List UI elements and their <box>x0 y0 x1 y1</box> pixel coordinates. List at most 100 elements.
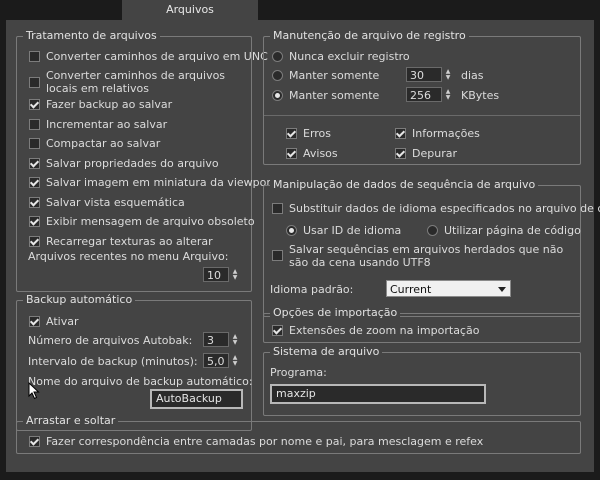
log-info[interactable]: Informações <box>395 127 480 140</box>
keep-kbytes-value[interactable]: 256 <box>406 87 442 102</box>
option-label: Fazer backup ao salvar <box>46 98 173 111</box>
log-debug[interactable]: Depurar <box>395 147 457 160</box>
keep-days-option[interactable]: Manter somente <box>272 69 379 82</box>
keep-kbytes-spinner[interactable]: 256 ▲ ▼ <box>406 87 453 102</box>
option-reload-textures[interactable]: Recarregar texturas ao alterar <box>29 235 213 248</box>
zoom-extents-on-import[interactable]: Extensões de zoom na importação <box>272 324 479 337</box>
down-arrow-icon[interactable]: ▼ <box>233 339 238 346</box>
option-save-schematic-view[interactable]: Salvar vista esquemática <box>29 196 185 209</box>
spinner-arrows[interactable]: ▲ ▼ <box>443 87 453 102</box>
autobak-count-label: Número de arquivos Autobak: <box>28 334 193 347</box>
program-field[interactable]: maxzip <box>270 384 486 404</box>
replace-label: Substituir dados de idioma especificados… <box>289 202 600 215</box>
checkbox[interactable] <box>29 236 40 247</box>
match-layers-option[interactable]: Fazer correspondência entre camadas por … <box>29 435 483 448</box>
file-system-group: Sistema de arquivo Programa: maxzip <box>263 345 581 416</box>
errors-label: Erros <box>303 127 332 140</box>
autobak-count-spinner[interactable]: 3 ▲ ▼ <box>203 332 240 347</box>
file-system-title: Sistema de arquivo <box>270 345 383 359</box>
log-errors[interactable]: Erros <box>286 127 331 140</box>
down-arrow-icon[interactable]: ▼ <box>233 274 238 281</box>
replace-language-data[interactable]: Substituir dados de idioma especificados… <box>272 202 600 215</box>
spinner-arrows[interactable]: ▲ ▼ <box>230 353 240 368</box>
checkbox[interactable] <box>29 119 40 130</box>
spinner-arrows[interactable]: ▲ ▼ <box>443 67 453 82</box>
log-warnings[interactable]: Avisos <box>286 147 338 160</box>
checkbox[interactable] <box>29 436 40 447</box>
checkbox[interactable] <box>395 128 406 139</box>
autobackup-group: Backup automático Ativar Número de arqui… <box>16 293 253 431</box>
autobackup-name-field[interactable]: AutoBackup <box>150 389 243 409</box>
option-relative-paths[interactable]: Converter caminhos de arquivos locais em… <box>29 69 246 95</box>
option-obsolete-file-message[interactable]: Exibir mensagem de arquivo obsoleto <box>29 215 255 228</box>
option-compress-on-save[interactable]: Compactar ao salvar <box>29 137 160 150</box>
preferences-panel: Tratamento de arquivos Converter caminho… <box>6 20 600 472</box>
enable-label: Ativar <box>46 315 79 328</box>
autobak-count-value[interactable]: 3 <box>203 332 229 347</box>
option-save-viewport-thumbnail[interactable]: Salvar imagem em miniatura da viewport <box>29 176 275 189</box>
import-options-title: Opções de importação <box>270 306 401 320</box>
checkbox[interactable] <box>29 99 40 110</box>
use-language-id[interactable]: Usar ID de idioma <box>286 224 401 237</box>
days-unit: dias <box>461 69 484 82</box>
sequence-data-title: Manipulação de dados de sequência de arq… <box>270 178 539 192</box>
info-label: Informações <box>412 127 480 140</box>
option-label: Recarregar texturas ao alterar <box>46 235 213 248</box>
checkbox[interactable] <box>29 158 40 169</box>
backup-interval-value[interactable]: 5,0 <box>203 353 229 368</box>
default-language-label: Idioma padrão: <box>270 283 354 296</box>
tab-arquivos[interactable]: Arquivos <box>122 0 258 20</box>
radio-label: Usar ID de idioma <box>303 224 402 237</box>
radio[interactable] <box>272 51 283 62</box>
option-backup-on-save[interactable]: Fazer backup ao salvar <box>29 98 172 111</box>
divider <box>264 115 580 116</box>
spinner-arrows[interactable]: ▲ ▼ <box>230 332 240 347</box>
checkbox[interactable] <box>29 77 40 88</box>
default-language-select[interactable]: Current <box>386 280 511 297</box>
chevron-down-icon[interactable] <box>498 287 506 292</box>
drag-drop-group: Arrastar e soltar Fazer correspondência … <box>16 414 581 454</box>
checkbox[interactable] <box>29 197 40 208</box>
down-arrow-icon[interactable]: ▼ <box>446 94 451 101</box>
recent-files-spinner[interactable]: 10 ▲ ▼ <box>203 267 240 282</box>
option-unc-paths[interactable]: Converter caminhos de arquivo em UNC <box>29 50 268 63</box>
keep-days-value[interactable]: 30 <box>406 67 442 82</box>
down-arrow-icon[interactable]: ▼ <box>233 360 238 367</box>
radio[interactable] <box>427 225 438 236</box>
tab-bar <box>0 0 600 20</box>
checkbox[interactable] <box>395 148 406 159</box>
checkbox[interactable] <box>29 316 40 327</box>
checkbox[interactable] <box>286 148 297 159</box>
checkbox[interactable] <box>29 216 40 227</box>
option-label: Salvar imagem em miniatura da viewport <box>46 176 276 189</box>
option-save-file-properties[interactable]: Salvar propriedades do arquivo <box>29 157 219 170</box>
keep-kbytes-option[interactable]: Manter somente <box>272 89 379 102</box>
spinner-arrows[interactable]: ▲ ▼ <box>230 267 240 282</box>
checkbox[interactable] <box>29 177 40 188</box>
radio[interactable] <box>272 90 283 101</box>
radio[interactable] <box>272 70 283 81</box>
checkbox[interactable] <box>29 51 40 62</box>
radio-label: Utilizar página de código <box>444 224 581 237</box>
debug-label: Depurar <box>412 147 457 160</box>
recent-files-value[interactable]: 10 <box>203 267 229 282</box>
save-utf8[interactable]: Salvar sequências em arquivos herdados q… <box>272 243 579 269</box>
checkbox[interactable] <box>272 325 283 336</box>
autobackup-enable[interactable]: Ativar <box>29 315 78 328</box>
radio[interactable] <box>286 225 297 236</box>
checkbox[interactable] <box>272 203 283 214</box>
use-codepage[interactable]: Utilizar página de código <box>427 224 581 237</box>
checkbox[interactable] <box>286 128 297 139</box>
option-increment-on-save[interactable]: Incrementar ao salvar <box>29 118 167 131</box>
down-arrow-icon[interactable]: ▼ <box>446 74 451 81</box>
never-delete-log[interactable]: Nunca excluir registro <box>272 50 410 63</box>
import-options-group: Opções de importação Extensões de zoom n… <box>263 306 581 343</box>
option-label: Compactar ao salvar <box>46 137 161 150</box>
autobackup-name-label: Nome do arquivo de backup automático: <box>28 375 253 388</box>
checkbox[interactable] <box>29 138 40 149</box>
backup-interval-spinner[interactable]: 5,0 ▲ ▼ <box>203 353 240 368</box>
save-utf8-label: Salvar sequências em arquivos herdados q… <box>289 243 564 269</box>
checkbox[interactable] <box>272 250 283 261</box>
keep-days-spinner[interactable]: 30 ▲ ▼ <box>406 67 453 82</box>
log-maintenance-group: Manutenção de arquivo de registro Nunca … <box>263 29 581 165</box>
